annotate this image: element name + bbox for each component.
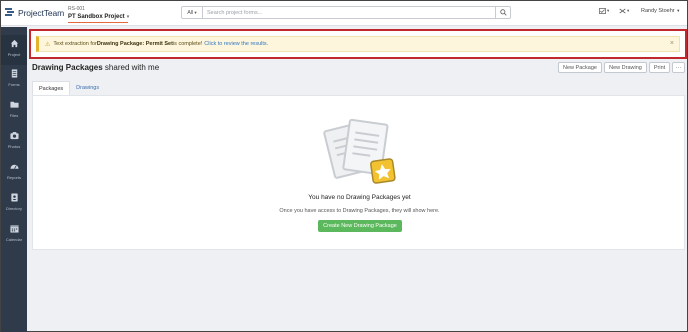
tab-bar: Packages Drawings — [32, 81, 105, 95]
apps-menu[interactable]: ▾ — [619, 8, 629, 14]
sidebar-item-label: Files — [9, 113, 19, 118]
page-title: Drawing Packages shared with me — [32, 63, 159, 72]
sidebar-item-label: Reports — [6, 175, 21, 180]
search-button[interactable] — [495, 7, 510, 18]
tab-packages[interactable]: Packages — [32, 81, 71, 95]
logo-text: ProjectTeam — [18, 7, 65, 18]
sidebar-item-forms[interactable]: Forms — [1, 65, 27, 95]
sidebar-item-photos[interactable]: Photos — [1, 127, 27, 157]
home-icon — [10, 39, 18, 48]
project-underline — [68, 22, 128, 23]
search-icon — [499, 9, 507, 16]
alert-text-suffix: is complete! — [172, 41, 203, 47]
print-button[interactable]: Print — [649, 62, 670, 73]
create-drawing-package-button[interactable]: Create New Drawing Package — [318, 220, 402, 232]
logo-mark-icon — [5, 7, 16, 18]
search-scope-dropdown[interactable]: All ▾ — [182, 7, 203, 18]
more-options-button[interactable]: ··· — [672, 62, 685, 73]
top-bar: ProjectTeam RS-001 PT Sandbox Project ▾ A… — [1, 1, 687, 26]
sidebar-item-label: Directory — [5, 206, 22, 211]
sidebar-item-project[interactable]: Project — [1, 35, 27, 65]
page-title-sub: shared with me — [102, 63, 160, 72]
search-bar: All ▾ — [181, 6, 511, 19]
sidebar-item-reports[interactable]: Reports — [1, 158, 27, 188]
sidebar-item-label: Forms — [8, 82, 20, 87]
sidebar-item-label: Calendar — [5, 237, 23, 242]
gauge-icon — [9, 164, 19, 169]
user-menu[interactable]: Randy Stoehr ▾ — [641, 8, 679, 14]
content-panel: You have no Drawing Packages yet Once yo… — [32, 95, 685, 250]
review-results-link[interactable]: Click to review the results. — [204, 41, 268, 47]
page-title-main: Drawing Packages — [32, 63, 103, 72]
folder-icon — [9, 101, 19, 108]
new-package-button[interactable]: New Package — [558, 62, 602, 73]
alert-package-name: Drawing Package: Permit Set — [96, 41, 173, 47]
empty-state-title: You have no Drawing Packages yet — [308, 194, 411, 201]
chevron-down-icon: ▾ — [126, 14, 130, 20]
sidebar-item-files[interactable]: Files — [1, 96, 27, 126]
notification-alert: ⚠ Text extraction for Drawing Package: P… — [36, 36, 680, 52]
chevron-down-icon: ▾ — [677, 8, 680, 13]
search-scope-label: All — [187, 9, 194, 16]
chevron-down-icon: ▾ — [607, 8, 610, 13]
forms-icon — [11, 69, 17, 78]
network-icon — [619, 8, 626, 14]
user-name: Randy Stoehr — [641, 8, 675, 14]
sidebar-item-calendar[interactable]: Calendar — [1, 220, 27, 250]
chevron-down-icon: ▾ — [627, 8, 630, 13]
new-drawing-button[interactable]: New Drawing — [604, 62, 647, 73]
checklist-icon — [599, 8, 606, 14]
empty-state-subtitle: Once you have access to Drawing Packages… — [279, 208, 440, 214]
alert-text-prefix: Text extraction for — [53, 41, 97, 47]
sidebar: Project Forms Files Photos Reports Direc… — [1, 27, 27, 332]
sidebar-item-label: Project — [7, 52, 21, 57]
warning-icon: ⚠ — [45, 41, 51, 48]
tab-drawings[interactable]: Drawings — [70, 81, 105, 95]
project-name: PT Sandbox Project — [68, 14, 125, 20]
sidebar-item-label: Photos — [7, 144, 21, 149]
close-icon[interactable]: × — [670, 40, 674, 47]
chevron-down-icon: ▾ — [194, 9, 197, 15]
logo[interactable]: ProjectTeam — [5, 7, 64, 18]
sidebar-item-directory[interactable]: Directory — [1, 189, 27, 219]
app-frame: ProjectTeam RS-001 PT Sandbox Project ▾ A… — [0, 0, 688, 332]
project-code: RS-001 — [68, 6, 85, 12]
search-input[interactable] — [203, 9, 495, 16]
tasks-menu[interactable]: ▾ — [599, 8, 609, 14]
camera-icon — [9, 132, 19, 140]
documents-star-illustration — [323, 118, 396, 184]
address-book-icon — [10, 193, 18, 202]
calendar-icon — [9, 225, 19, 233]
project-switcher[interactable]: RS-001 PT Sandbox Project ▾ — [68, 5, 129, 23]
alert-highlight: ⚠ Text extraction for Drawing Package: P… — [29, 29, 687, 59]
